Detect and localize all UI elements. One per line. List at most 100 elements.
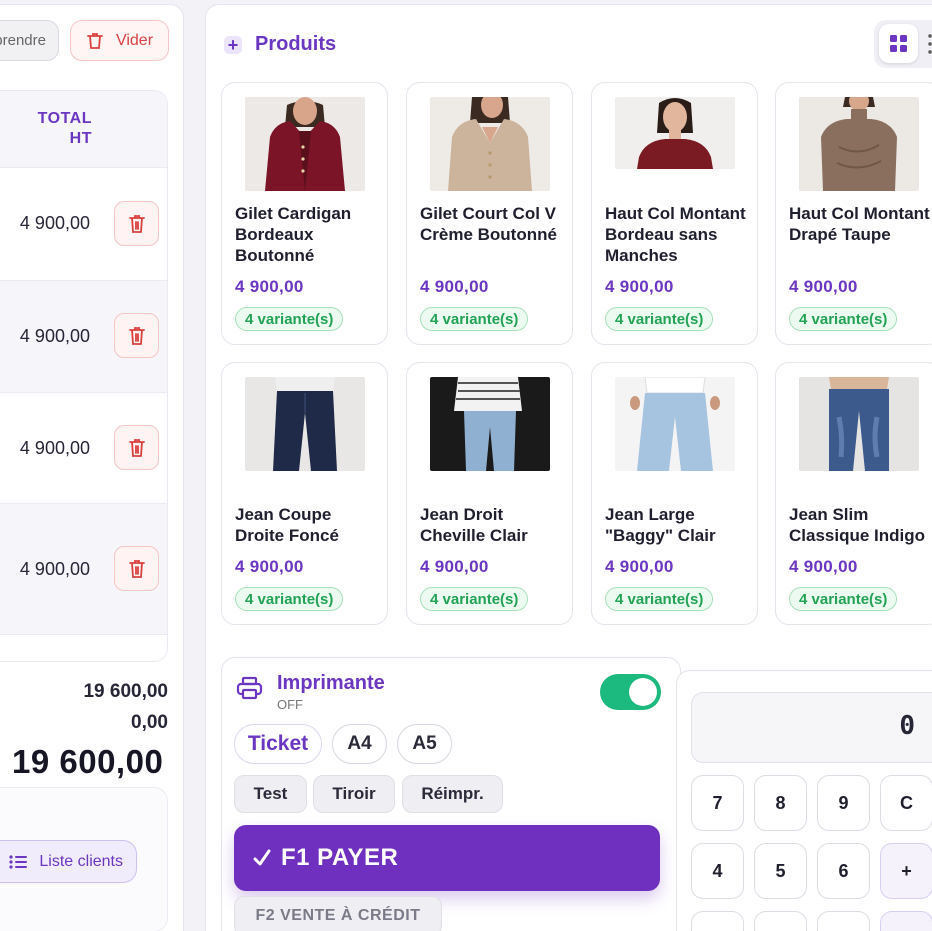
products-header: + Produits [224,33,336,56]
key-2[interactable]: 2 [754,911,807,931]
row-total-ht: 4 900,00 [19,559,90,579]
format-a4-button[interactable]: A4 [332,724,387,764]
key-9[interactable]: 9 [817,775,870,831]
cart-row[interactable]: 4 900,00 [0,281,167,393]
product-name: Gilet Court Col V Crème Boutonné [420,204,557,244]
row-total-ht: 4 900,00 [19,326,90,346]
col-total-ht-line2: HT [69,130,92,147]
key-4[interactable]: 4 [691,843,744,899]
discount-value: 0,00 [131,712,168,733]
vider-button[interactable]: Vider [70,20,169,61]
reprendre-button[interactable]: Reprendre [0,20,59,61]
pay-label: F1 PAYER [281,844,399,871]
keypad-display-value: 0 [899,711,915,741]
list-icon [9,854,28,869]
pay-button[interactable]: F1 PAYER [234,825,660,891]
row-total-ht: 4 900,00 [19,213,90,233]
product-card[interactable]: Gilet Court Col V Crème Boutonné 4 900,0… [406,82,573,345]
trash-icon [128,214,145,233]
variants-badge: 4 variante(s) [605,307,714,331]
product-price: 4 900,00 [605,557,674,576]
product-price: 4 900,00 [605,277,674,296]
products-title: Produits [255,33,337,55]
product-image-indigo-jeans [799,377,919,471]
printer-title: Imprimante [277,672,385,694]
product-image-cream-cardigan [430,97,550,191]
cash-drawer-button[interactable]: Tiroir [313,775,395,813]
product-name: Jean Coupe Droite Foncé [235,505,339,545]
grid-view-button[interactable] [879,24,918,63]
reprint-button[interactable]: Réimpr. [402,775,503,813]
client-list-button[interactable]: Liste clients [0,840,137,883]
product-card[interactable]: Haut Col Montant Bordeau sans Manches 4 … [591,82,758,345]
product-card[interactable]: Jean Droit Cheville Clair 4 900,00 4 var… [406,362,573,625]
grand-total-value: 19 600,00 [12,743,164,780]
product-card[interactable]: Jean Large "Baggy" Clair 4 900,00 4 vari… [591,362,758,625]
key-5[interactable]: 5 [754,843,807,899]
delete-row-button[interactable] [114,313,159,358]
row-total-ht: 4 900,00 [19,438,90,458]
product-price: 4 900,00 [420,277,489,296]
trash-icon [87,32,103,49]
format-a5-button[interactable]: A5 [397,724,452,764]
toggle-knob [629,678,657,706]
col-total-ht: TOTAL HT [38,109,92,149]
credit-sale-button[interactable]: F2 VENTE À CRÉDIT [234,896,442,931]
product-price: 4 900,00 [789,277,858,296]
delete-row-button[interactable] [114,546,159,591]
printer-icon [236,676,263,700]
reprendre-label: Reprendre [0,32,46,49]
cart-row[interactable]: 4 900,00 [0,393,167,504]
trash-icon [128,559,145,578]
product-image-burgundy-cardigan [245,97,365,191]
trash-icon [128,438,145,457]
printer-status: OFF [277,697,303,712]
grid-icon [890,35,907,52]
col-total-ht-line1: TOTAL [37,110,92,127]
key-7[interactable]: 7 [691,775,744,831]
product-card[interactable]: Gilet Cardigan Bordeaux Boutonné 4 900,0… [221,82,388,345]
key-6[interactable]: 6 [817,843,870,899]
test-print-button[interactable]: Test [234,775,307,813]
key-1[interactable]: 1 [691,911,744,931]
key-decimal[interactable]: . [880,911,932,931]
keypad-display: 0 [691,692,932,763]
key-clear[interactable]: C [880,775,932,831]
variants-badge: 4 variante(s) [235,307,344,331]
variants-badge: 4 variante(s) [789,587,898,611]
delete-row-button[interactable] [114,201,159,246]
cart-row[interactable]: 4 900,00 [0,504,167,635]
plus-icon[interactable]: + [224,35,242,54]
subtotal-value: 19 600,00 [83,681,168,702]
client-list-label: Liste clients [39,852,123,870]
key-8[interactable]: 8 [754,775,807,831]
cart-table-header: TOTAL HT [0,91,167,168]
cart-row[interactable]: 4 900,00 [0,168,167,281]
trash-icon [128,326,145,345]
product-image-light-jeans [430,377,550,471]
product-name: Jean Slim Classique Indigo [789,505,926,545]
product-name: Jean Large "Baggy" Clair [605,505,716,545]
variants-badge: 4 variante(s) [789,307,898,331]
more-options-icon[interactable] [928,33,932,55]
product-card[interactable]: Jean Slim Classique Indigo 4 900,00 4 va… [775,362,932,625]
delete-row-button[interactable] [114,425,159,470]
key-3[interactable]: 3 [817,911,870,931]
product-name: Haut Col Montant Bordeau sans Manches [605,204,746,265]
product-name: Jean Droit Cheville Clair [420,505,528,545]
product-price: 4 900,00 [235,557,304,576]
variants-badge: 4 variante(s) [235,587,344,611]
product-card[interactable]: Jean Coupe Droite Foncé 4 900,00 4 varia… [221,362,388,625]
product-image-burgundy-top [615,97,735,169]
format-ticket-button[interactable]: Ticket [234,724,322,764]
product-card[interactable]: Haut Col Montant Drapé Taupe 4 900,00 4 … [775,82,932,345]
product-image-dark-jeans [245,377,365,471]
product-price: 4 900,00 [420,557,489,576]
variants-badge: 4 variante(s) [420,307,529,331]
printer-toggle[interactable] [600,674,661,710]
key-plus[interactable]: + [880,843,932,899]
variants-badge: 4 variante(s) [420,587,529,611]
variants-badge: 4 variante(s) [605,587,714,611]
product-price: 4 900,00 [235,277,304,296]
cart-table: TOTAL HT 4 900,00 4 900,00 4 900,00 4 900… [0,90,168,662]
